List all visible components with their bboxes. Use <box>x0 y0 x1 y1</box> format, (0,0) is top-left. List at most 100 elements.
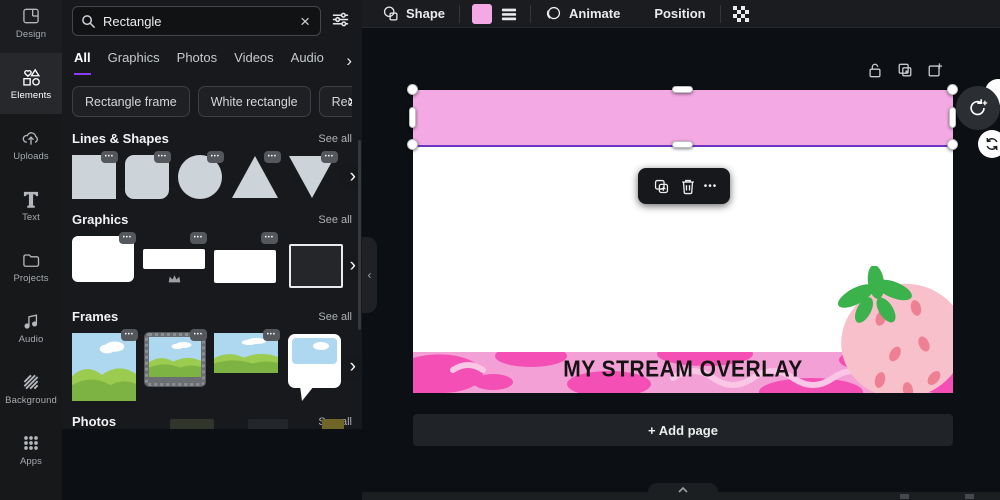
sidebar-item-apps[interactable]: Apps <box>0 419 62 480</box>
panel-collapse-button[interactable]: ‹ <box>362 237 377 313</box>
duplicate-page-button[interactable] <box>897 62 913 79</box>
sidebar-item-label: Audio <box>19 334 44 345</box>
graphic-white-rectangle[interactable]: ••• <box>214 236 276 296</box>
shape-triangle[interactable]: ••• <box>231 155 279 199</box>
see-all-link[interactable]: See all <box>318 133 352 145</box>
selection-handle-left[interactable] <box>409 107 416 128</box>
sync-plus-button[interactable] <box>956 86 1000 130</box>
photo-thumb[interactable] <box>170 419 214 429</box>
frame-landscape[interactable]: ••• <box>72 333 136 401</box>
panel-scrollbar[interactable] <box>358 140 361 330</box>
add-page-icon <box>927 62 943 79</box>
expand-panel-button[interactable] <box>648 483 718 500</box>
selection-handle-top-left[interactable] <box>407 84 418 95</box>
chips-chevron-right-icon[interactable]: › <box>348 91 352 113</box>
sidebar-item-projects[interactable]: Projects <box>0 236 62 297</box>
more-options-icon[interactable]: ••• <box>190 232 207 244</box>
more-actions-icon[interactable]: ••• <box>704 181 718 192</box>
search-bar[interactable]: × <box>72 6 321 36</box>
transparency-button[interactable] <box>729 4 753 24</box>
app-window: Design Elements Uploads Text <box>0 0 1000 500</box>
duplicate-element-button[interactable] <box>651 176 672 197</box>
elements-panel: × All Graphics Photos Videos Audio › Rec… <box>62 0 362 429</box>
tab-all[interactable]: All <box>74 50 91 75</box>
more-options-icon[interactable]: ••• <box>263 329 280 341</box>
shape-inverted-triangle[interactable]: ••• <box>288 155 336 199</box>
frame-speech-bubble[interactable] <box>287 333 343 401</box>
more-options-icon[interactable]: ••• <box>101 151 118 163</box>
sidebar-item-label: Text <box>22 212 40 223</box>
selection-handle-top[interactable] <box>672 86 693 93</box>
section-title: Graphics <box>72 212 128 227</box>
selection-handle-bottom[interactable] <box>672 141 693 148</box>
shape-square[interactable]: ••• <box>72 155 116 199</box>
animate-button[interactable]: Animate <box>539 2 626 26</box>
graphic-outlined-rectangle[interactable] <box>285 236 347 296</box>
lock-button[interactable] <box>867 62 883 79</box>
duplicate-icon <box>897 62 913 79</box>
photo-thumb[interactable] <box>322 419 344 429</box>
more-options-icon[interactable]: ••• <box>121 329 138 341</box>
folder-icon <box>21 250 41 270</box>
transparency-checker-icon <box>733 6 749 22</box>
tab-audio[interactable]: Audio <box>291 50 324 73</box>
see-all-link[interactable]: See all <box>318 214 352 226</box>
refresh-plus-icon <box>967 97 989 119</box>
tab-videos[interactable]: Videos <box>234 50 274 73</box>
selection-handle-top-right[interactable] <box>947 84 958 95</box>
sidebar-item-elements[interactable]: Elements <box>0 53 62 114</box>
selection-handle-right[interactable] <box>949 107 956 128</box>
shape-rounded-square[interactable]: ••• <box>125 155 169 199</box>
sidebar-item-text[interactable]: Text <box>0 175 62 236</box>
shapes-chevron-right-icon[interactable]: › <box>350 166 356 188</box>
selection-handle-bottom-right[interactable] <box>947 139 958 150</box>
strawberry-graphic[interactable] <box>818 266 953 393</box>
tabs-chevron-right-icon[interactable]: › <box>346 51 352 71</box>
clear-search-icon[interactable]: × <box>298 13 312 30</box>
sidebar-item-label: Design <box>16 29 46 40</box>
more-options-icon[interactable]: ••• <box>207 151 224 163</box>
sidebar-item-uploads[interactable]: Uploads <box>0 114 62 175</box>
shape-icon <box>382 5 399 22</box>
frame-ornate[interactable]: ••• <box>145 333 205 386</box>
position-button[interactable]: Position <box>648 2 711 26</box>
result-tabs: All Graphics Photos Videos Audio › <box>74 50 352 80</box>
search-input[interactable] <box>103 14 291 29</box>
see-all-link[interactable]: See all <box>318 311 352 323</box>
sidebar-item-background[interactable]: Background <box>0 358 62 419</box>
border-style-button[interactable] <box>496 4 522 24</box>
tab-graphics[interactable]: Graphics <box>108 50 160 73</box>
sync-arrows-icon <box>984 136 1000 152</box>
shape-button[interactable]: Shape <box>376 2 451 26</box>
filter-icon[interactable] <box>329 8 352 34</box>
more-options-icon[interactable]: ••• <box>190 329 207 341</box>
frames-chevron-right-icon[interactable]: › <box>350 356 356 378</box>
editor-main: Shape Animate Position <box>362 0 1000 500</box>
photo-thumb[interactable] <box>248 419 288 429</box>
frame-wide-landscape[interactable]: ••• <box>214 333 278 373</box>
more-options-icon[interactable]: ••• <box>119 232 136 244</box>
music-note-icon <box>21 311 41 331</box>
selected-rectangle-element[interactable] <box>413 90 953 145</box>
graphic-white-rounded-rectangle[interactable]: ••• <box>72 236 134 296</box>
canvas-page[interactable]: MY STREAM OVERLAY <box>413 90 953 393</box>
chip-rectangle-frame[interactable]: Rectangle frame <box>72 86 190 117</box>
chip-white-rectangle[interactable]: White rectangle <box>198 86 311 117</box>
delete-element-button[interactable] <box>678 176 698 197</box>
add-page-button[interactable]: + Add page <box>413 414 953 446</box>
graphics-chevron-right-icon[interactable]: › <box>350 255 356 277</box>
more-options-icon[interactable]: ••• <box>261 232 278 244</box>
sidebar-item-audio[interactable]: Audio <box>0 297 62 358</box>
refresh-button[interactable] <box>978 130 1000 158</box>
context-toolbar: ••• <box>638 168 730 204</box>
fill-color-swatch[interactable] <box>472 4 492 24</box>
graphic-white-thin-rectangle[interactable]: ••• <box>143 236 205 296</box>
sidebar-item-design[interactable]: Design <box>0 0 62 53</box>
tab-photos[interactable]: Photos <box>177 50 217 73</box>
more-options-icon[interactable]: ••• <box>264 151 281 163</box>
shape-circle[interactable]: ••• <box>178 155 222 199</box>
more-options-icon[interactable]: ••• <box>154 151 171 163</box>
selection-handle-bottom-left[interactable] <box>407 139 418 150</box>
more-options-icon[interactable]: ••• <box>321 151 338 163</box>
add-page-icon-button[interactable] <box>927 62 943 79</box>
